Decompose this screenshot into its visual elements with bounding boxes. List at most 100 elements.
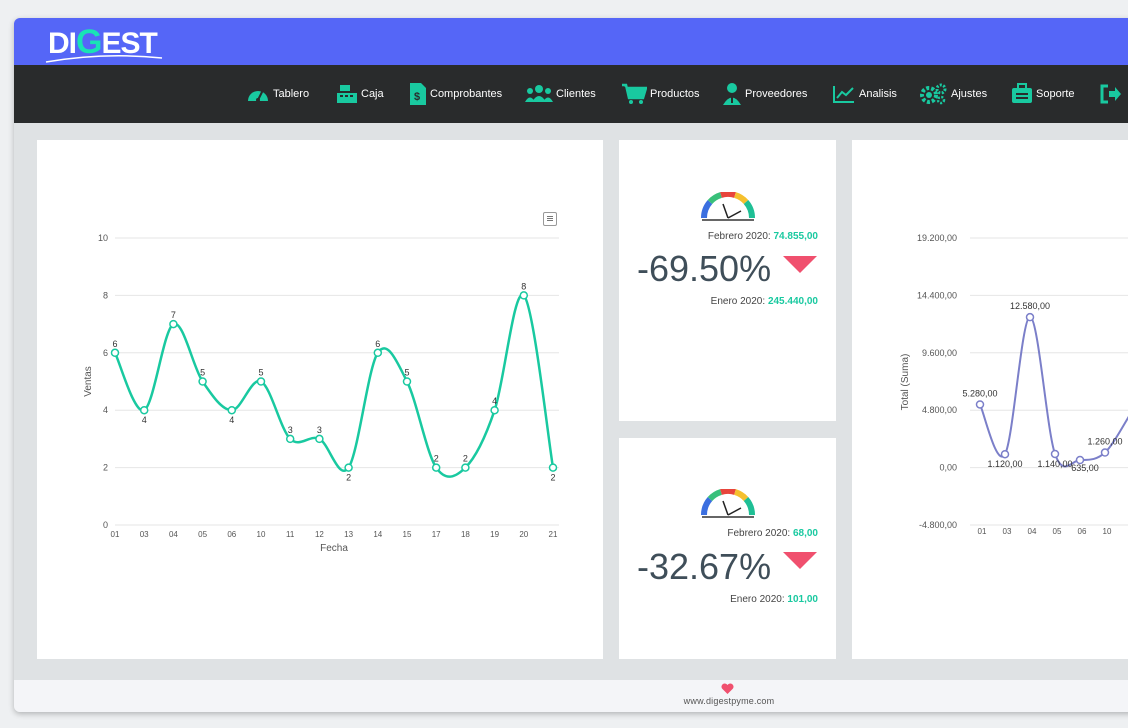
x-tick-label: 04 xyxy=(169,530,178,539)
data-point xyxy=(139,405,149,415)
data-point xyxy=(1100,448,1110,457)
nav-label: Proveedores xyxy=(745,88,808,100)
data-point xyxy=(256,377,266,386)
data-point xyxy=(169,319,178,329)
data-point xyxy=(975,400,985,409)
heart-icon xyxy=(721,683,734,694)
x-tick-label: 05 xyxy=(1053,527,1062,536)
nav-clientes[interactable]: Clientes xyxy=(525,81,596,107)
y-tick-label: 14.400,00 xyxy=(917,290,957,300)
nav-label: Clientes xyxy=(556,88,596,100)
y-tick-label: 10 xyxy=(98,233,108,243)
data-point xyxy=(198,377,207,386)
nav-productos[interactable]: Productos xyxy=(621,81,700,107)
data-point xyxy=(110,348,120,358)
y-tick-label: 8 xyxy=(103,290,108,300)
data-point xyxy=(344,463,353,472)
data-point xyxy=(519,291,529,300)
data-label: 5 xyxy=(404,368,409,378)
x-axis-label: Fecha xyxy=(320,543,348,554)
data-point xyxy=(373,348,383,358)
nav-logout[interactable] xyxy=(1100,81,1125,107)
x-tick-label: 20 xyxy=(519,530,528,539)
y-axis-label: Total (Suma) xyxy=(900,354,911,411)
nav-ajustes[interactable]: Ajustes xyxy=(920,81,987,107)
nav-proveedores[interactable]: Proveedores xyxy=(722,81,807,107)
data-label: 635,00 xyxy=(1071,463,1099,473)
data-point xyxy=(315,434,324,444)
users-icon xyxy=(525,85,553,102)
down-arrow-icon xyxy=(783,552,817,569)
data-point xyxy=(402,377,412,386)
x-tick-label: 04 xyxy=(1028,527,1037,536)
gauge-icon xyxy=(701,192,755,221)
x-tick-label: 03 xyxy=(140,530,149,539)
kpi-current: Febrero 2020: 74.855,00 xyxy=(707,231,818,242)
x-tick-label: 11 xyxy=(286,530,295,539)
line-chart-icon xyxy=(833,86,854,103)
footer-url[interactable]: www.digestpyme.com xyxy=(14,696,1128,706)
data-label: 5 xyxy=(200,368,205,378)
data-label: 4 xyxy=(229,415,234,425)
kpi-change: -69.50% xyxy=(637,248,772,289)
svg-text:$: $ xyxy=(414,91,420,103)
x-tick-label: 03 xyxy=(1003,527,1012,536)
data-point xyxy=(431,463,441,472)
kpi-change: -32.67% xyxy=(637,546,772,587)
supplier-icon xyxy=(723,83,741,105)
data-point xyxy=(461,463,470,472)
data-point xyxy=(548,463,558,472)
x-tick-label: 21 xyxy=(549,530,558,539)
y-tick-label: 19.200,00 xyxy=(917,233,957,243)
footer: www.digestpyme.com xyxy=(14,680,1128,712)
total-chart-card: -4.800,00 0,00 4.800,00 9.600,00 14.400,00 19… xyxy=(852,140,1128,659)
data-label: 3 xyxy=(317,425,322,435)
data-label: 2 xyxy=(550,473,555,483)
top-bar: DIGEST xyxy=(14,18,1128,65)
data-point xyxy=(1000,449,1010,459)
support-icon xyxy=(1012,83,1032,103)
x-tick-label: 14 xyxy=(373,530,382,539)
nav-label: Comprobantes xyxy=(430,88,503,100)
nav-analisis[interactable]: Analisis xyxy=(832,81,897,107)
x-tick-label: 13 xyxy=(344,530,353,539)
data-label: 2 xyxy=(434,454,439,464)
logout-icon xyxy=(1100,84,1121,104)
data-label: 2 xyxy=(346,473,351,483)
x-tick-label: 06 xyxy=(227,530,236,539)
y-tick-label: 0 xyxy=(103,520,108,530)
data-point xyxy=(490,405,499,415)
data-label: 1.140,00 xyxy=(1037,459,1072,469)
data-label: 7 xyxy=(171,310,176,320)
data-label: 6 xyxy=(112,339,117,349)
gauge-icon xyxy=(701,489,755,518)
y-tick-label: 6 xyxy=(103,348,108,358)
y-tick-label: 4.800,00 xyxy=(922,405,957,415)
series-line xyxy=(113,293,555,478)
ventas-chart-card: 0 2 4 6 8 10 Ventas Fecha 01 03 04 05 06 10 11 12 13 14 15… xyxy=(37,140,603,659)
logo-swoosh xyxy=(45,55,163,63)
x-tick-label: 05 xyxy=(198,530,207,539)
nav-caja[interactable]: Caja xyxy=(336,81,384,107)
data-point xyxy=(227,405,237,415)
x-tick-label: 17 xyxy=(432,530,441,539)
nav-soporte[interactable]: Soporte xyxy=(1011,81,1075,107)
data-point xyxy=(1025,312,1035,322)
data-label: 2 xyxy=(463,454,468,464)
data-point xyxy=(1050,449,1060,459)
x-tick-label: 10 xyxy=(257,530,266,539)
data-label: 4 xyxy=(492,396,497,406)
nav-tablero[interactable]: Tablero xyxy=(246,81,309,107)
y-tick-label: 4 xyxy=(103,405,108,415)
x-tick-label: 10 xyxy=(1103,527,1112,536)
chart-menu-button[interactable] xyxy=(543,212,557,226)
y-tick-label: 0,00 xyxy=(939,463,957,473)
data-label: 1.120,00 xyxy=(987,459,1022,469)
kpi-current: Febrero 2020: 68,00 xyxy=(727,528,818,539)
kpi-previous: Enero 2020: 245.440,00 xyxy=(710,296,818,307)
gears-icon xyxy=(920,83,947,105)
data-label: 6 xyxy=(375,339,380,349)
nav-comprobantes[interactable]: $ Comprobantes xyxy=(409,81,502,107)
data-label: 5.280,00 xyxy=(962,388,997,398)
nav-label: Analisis xyxy=(859,88,897,100)
